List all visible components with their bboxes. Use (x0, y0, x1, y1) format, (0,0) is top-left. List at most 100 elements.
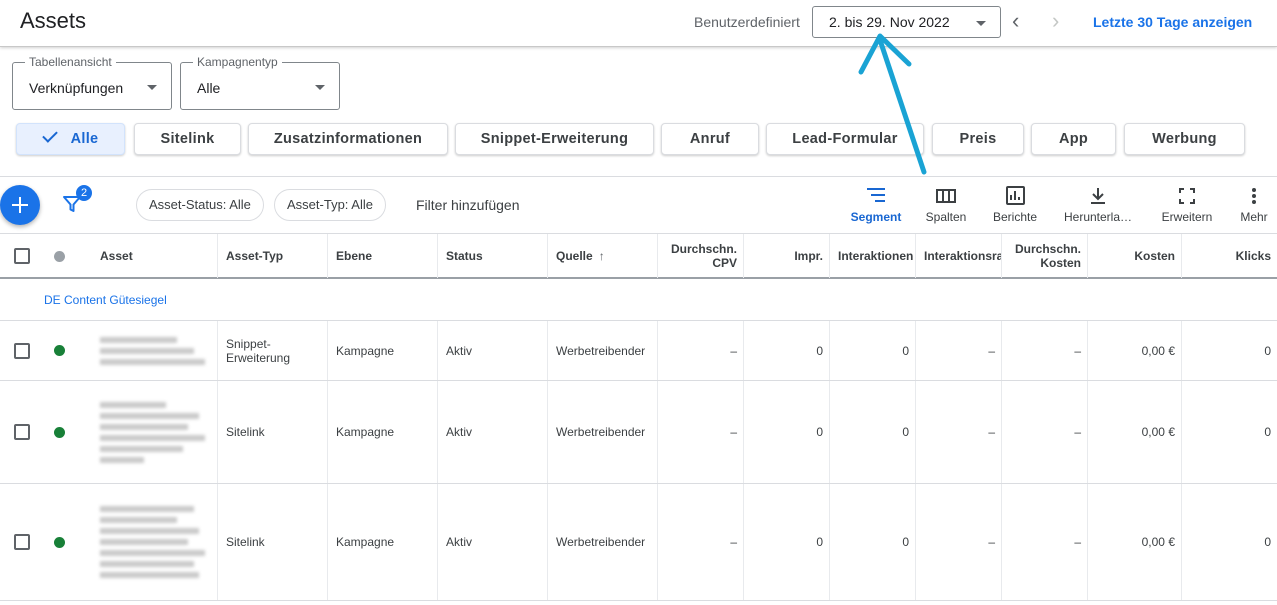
fullscreen-icon (1179, 188, 1195, 204)
chip-label: Snippet-Erweiterung (480, 131, 629, 147)
dropdown-caret-icon (315, 85, 325, 90)
select-all-cell (0, 234, 44, 278)
chevron-right-icon[interactable]: › (1052, 9, 1059, 33)
cell-cost: 0,00 € (1088, 381, 1182, 483)
status-dot-header (44, 234, 74, 278)
header-interactions[interactable]: Interaktionen (830, 234, 916, 278)
cell-asset-type: Snippet-Erweiterung (218, 321, 328, 380)
chip-werbung[interactable]: Werbung (1124, 123, 1245, 155)
table-header: Asset Asset-Typ Ebene Status Quelle ↑ Du… (0, 233, 1277, 279)
tool-label: Berichte (992, 210, 1038, 224)
row-checkbox[interactable] (14, 534, 30, 550)
asset-type-filter-pill[interactable]: Asset-Typ: Alle (274, 189, 386, 221)
header-source[interactable]: Quelle ↑ (548, 234, 658, 278)
cell-level: Kampagne (328, 484, 438, 600)
header-cpv[interactable]: Durchschn. CPV (658, 234, 744, 278)
chip-label: Zusatzinformationen (273, 131, 423, 147)
cell-cpv: – (658, 484, 744, 600)
segment-button[interactable]: Segment (846, 186, 906, 230)
cell-interactions: 0 (830, 484, 916, 600)
cell-source: Werbetreibender (548, 321, 658, 380)
row-select-cell (0, 484, 44, 600)
header-level[interactable]: Ebene (328, 234, 438, 278)
header-asset-type[interactable]: Asset-Typ (218, 234, 328, 278)
date-range-value: 2. bis 29. Nov 2022 (829, 14, 950, 30)
chip-lead-formular[interactable]: Lead-Formular (766, 123, 924, 155)
header-avg-cost[interactable]: Durchschn. Kosten (1002, 234, 1088, 278)
asset-status-filter-pill[interactable]: Asset-Status: Alle (136, 189, 264, 221)
more-vert-icon (1252, 188, 1256, 204)
table-view-value: Verknüpfungen (29, 80, 124, 96)
select-all-checkbox[interactable] (14, 248, 30, 264)
row-checkbox[interactable] (14, 424, 30, 440)
cell-level: Kampagne (328, 321, 438, 380)
table-row: Sitelink Kampagne Aktiv Werbetreibender … (0, 381, 1277, 484)
cell-cpv: – (658, 321, 744, 380)
chevron-left-icon[interactable]: ‹ (1012, 9, 1019, 33)
header-cost[interactable]: Kosten (1088, 234, 1182, 278)
cell-asset-type: Sitelink (218, 484, 328, 600)
date-range-select[interactable]: 2. bis 29. Nov 2022 (812, 6, 1001, 38)
campaign-group-link[interactable]: DE Content Gütesiegel (44, 293, 167, 307)
header-clicks[interactable]: Klicks (1182, 234, 1277, 278)
columns-icon (936, 189, 956, 203)
header-source-label: Quelle (556, 249, 593, 263)
cell-status: Aktiv (438, 321, 548, 380)
chip-app[interactable]: App (1031, 123, 1116, 155)
cell-interactions: 0 (830, 381, 916, 483)
chip-label: Sitelink (160, 131, 215, 147)
cell-clicks: 0 (1264, 343, 1271, 358)
filter-count-badge: 2 (76, 185, 92, 201)
cell-clicks: 0 (1264, 535, 1271, 549)
chip-sitelink[interactable]: Sitelink (134, 123, 241, 155)
add-filter-button[interactable]: Filter hinzufügen (416, 197, 520, 213)
chip-label: Lead-Formular (792, 131, 898, 147)
cell-avg-cost: – (1002, 381, 1088, 483)
header-asset[interactable]: Asset (92, 234, 218, 278)
segment-icon (867, 188, 885, 202)
chip-alle[interactable]: Alle (16, 123, 125, 155)
columns-button[interactable]: Spalten (918, 186, 974, 230)
active-status-dot-icon (53, 345, 65, 356)
last-30-days-link[interactable]: Letzte 30 Tage anzeigen (1093, 14, 1252, 30)
more-button[interactable]: Mehr (1236, 186, 1272, 230)
expand-button[interactable]: Erweitern (1156, 186, 1218, 230)
download-icon (1091, 188, 1105, 204)
header-interaction-rate[interactable]: Interaktionsrate (916, 234, 1002, 278)
tool-label: Herunterla… (1063, 210, 1133, 224)
dropdown-caret-icon (147, 85, 157, 90)
asset-preview-blurred[interactable] (92, 321, 218, 380)
download-button[interactable]: Herunterla… (1058, 186, 1138, 230)
cell-level: Kampagne (328, 381, 438, 483)
campaign-group-row: DE Content Gütesiegel (0, 280, 1277, 321)
cell-interaction-rate: – (916, 484, 1002, 600)
table-row: Snippet-Erweiterung Kampagne Aktiv Werbe… (0, 321, 1277, 381)
table-view-select[interactable]: Tabellenansicht Verknüpfungen (12, 55, 172, 110)
asset-preview-blurred[interactable] (92, 381, 218, 483)
chip-preis[interactable]: Preis (932, 123, 1024, 155)
page-title: Assets (20, 8, 87, 33)
campaign-type-legend: Kampagnentyp (193, 55, 282, 69)
reports-icon (1006, 186, 1025, 205)
cell-source: Werbetreibender (548, 484, 658, 600)
row-checkbox[interactable] (14, 342, 30, 359)
sort-ascending-icon: ↑ (598, 249, 605, 263)
chip-zusatzinformationen[interactable]: Zusatzinformationen (248, 123, 448, 155)
reports-button[interactable]: Berichte (986, 186, 1044, 230)
row-status-cell (44, 484, 74, 600)
cell-interaction-rate: – (916, 381, 1002, 483)
asset-preview-blurred[interactable] (92, 484, 218, 600)
status-dot-icon (53, 250, 65, 262)
tool-label: Erweitern (1161, 210, 1213, 224)
header-impressions[interactable]: Impr. (744, 234, 830, 278)
add-button[interactable] (0, 185, 40, 225)
row-status-cell (44, 381, 74, 483)
chip-snippet-erweiterung[interactable]: Snippet-Erweiterung (455, 123, 654, 155)
tool-label: Spalten (925, 210, 967, 224)
section-divider (0, 176, 1277, 177)
chip-anruf[interactable]: Anruf (661, 123, 759, 155)
header-status[interactable]: Status (438, 234, 548, 278)
cell-asset-type: Sitelink (218, 381, 328, 483)
table-view-legend: Tabellenansicht (25, 55, 116, 69)
campaign-type-select[interactable]: Kampagnentyp Alle (180, 55, 340, 110)
